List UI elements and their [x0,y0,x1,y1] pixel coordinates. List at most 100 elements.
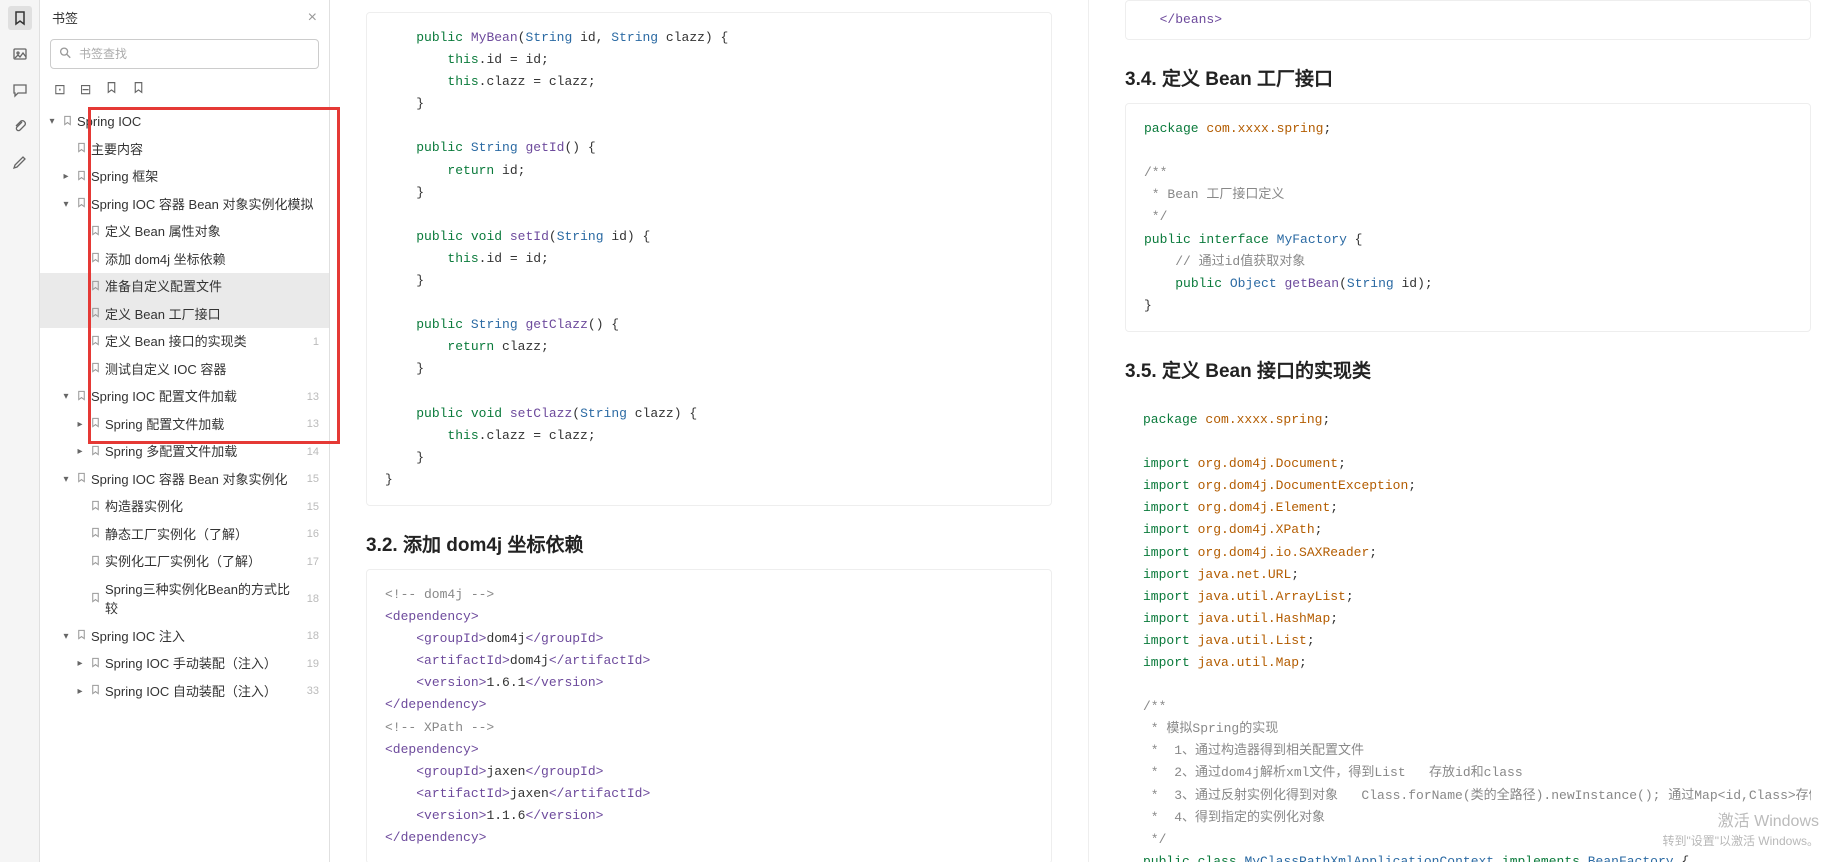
tree-page: 15 [307,471,319,488]
chevron-icon: ▸ [74,444,86,459]
tree-label: 测试自定义 IOC 容器 [105,360,315,380]
tree-item[interactable]: ▸ Spring IOC 自动装配（注入）33 [40,678,329,706]
bookmark-glyph-icon [90,443,101,461]
tree-label: 定义 Bean 接口的实现类 [105,332,309,352]
bookmark-tree: ▾Spring IOC主要内容▸Spring 框架▾Spring IOC 容器 … [40,106,329,862]
heading-3-4: 3.4. 定义 Bean 工厂接口 [1125,64,1811,91]
chat-icon[interactable] [8,78,32,102]
tree-label: Spring 配置文件加载 [105,415,303,435]
panel-tools: ⊡ ⊟ [40,73,329,106]
bookmark-glyph-icon [90,655,101,673]
tree-item[interactable]: ▾ Spring IOC 容器 Bean 对象实例化15 [40,466,329,494]
bookmark-glyph-icon [76,388,87,406]
code-block-impl: package com.xxxx.spring; import org.dom4… [1125,395,1811,862]
tree-item[interactable]: 静态工厂实例化（了解）16 [40,521,329,549]
chevron-icon: ▸ [74,417,86,432]
bookmark-glyph-icon [90,415,101,433]
bookmark-icon[interactable] [8,6,32,30]
bookmark-glyph-icon [90,682,101,700]
tree-item[interactable]: 定义 Bean 属性对象 [40,218,329,246]
tree-item[interactable]: ▸Spring 多配置文件加载14 [40,438,329,466]
tree-item[interactable]: ▸Spring 框架 [40,163,329,191]
tree-item[interactable]: ▾Spring IOC [40,108,329,136]
content-column-left: public MyBean(String id, String clazz) {… [330,0,1088,862]
bookmark-glyph-icon [90,333,101,351]
tree-page: 19 [307,656,319,673]
panel-title: 书签 [52,8,78,27]
code-block-mybean: public MyBean(String id, String clazz) {… [366,12,1052,506]
bookmark-panel: 书签 × ⊡ ⊟ ▾Spring IOC主要内容▸Spring 框架▾Sprin… [40,0,330,862]
tree-label: 添加 dom4j 坐标依赖 [105,250,315,270]
left-icon-rail [0,0,40,862]
tree-item[interactable]: 测试自定义 IOC 容器 [40,356,329,384]
expand-all-icon[interactable]: ⊡ [54,81,66,98]
tree-item[interactable]: 定义 Bean 工厂接口 [40,301,329,329]
tree-page: 14 [307,444,319,461]
chevron-icon: ▸ [74,656,86,671]
tree-item[interactable]: ▾ Spring IOC 配置文件加载13 [40,383,329,411]
tree-label: 静态工厂实例化（了解） [105,525,303,545]
chevron-icon: ▸ [74,684,86,699]
bookmark-glyph-icon [76,470,87,488]
tree-item[interactable]: ▾Spring IOC 容器 Bean 对象实例化模拟 [40,191,329,219]
tree-label: 定义 Bean 工厂接口 [105,305,315,325]
code-block-beans-close: </beans> [1125,0,1811,40]
tree-label: Spring 框架 [91,167,315,187]
tree-item[interactable]: Spring三种实例化Bean的方式比较18 [40,576,329,623]
chevron-icon: ▾ [60,197,72,212]
chevron-icon: ▾ [60,629,72,644]
code-block-dom4j: <!-- dom4j --> <dependency> <groupId>dom… [366,569,1052,862]
tree-label: 构造器实例化 [105,497,303,517]
tree-item[interactable]: ▸Spring 配置文件加载13 [40,411,329,439]
tree-label: Spring IOC 容器 Bean 对象实例化 [91,470,303,490]
tree-label: 主要内容 [91,140,315,160]
chevron-icon: ▾ [60,472,72,487]
tree-item[interactable]: 准备自定义配置文件 [40,273,329,301]
tree-label: Spring三种实例化Bean的方式比较 [105,580,303,619]
tree-page: 33 [307,683,319,700]
code-block-myfactory: package com.xxxx.spring; /** * Bean 工厂接口… [1125,103,1811,332]
tree-page: 17 [307,554,319,571]
search-input[interactable] [50,39,319,69]
tree-page: 18 [307,591,319,608]
tree-item[interactable]: ▸ Spring IOC 手动装配（注入）19 [40,650,329,678]
tree-page: 15 [307,499,319,516]
close-icon[interactable]: × [308,9,317,27]
bookmark-glyph-icon [62,113,73,131]
bookmark-glyph-icon [90,223,101,241]
tree-item[interactable]: 实例化工厂实例化（了解）17 [40,548,329,576]
tree-label: Spring IOC 手动装配（注入） [105,654,303,674]
search-icon [58,46,72,63]
image-icon[interactable] [8,42,32,66]
content-column-right: </beans> 3.4. 定义 Bean 工厂接口 package com.x… [1088,0,1847,862]
bookmark-glyph-icon [76,627,87,645]
collapse-all-icon[interactable]: ⊟ [80,81,92,98]
add-bookmark-icon[interactable] [105,81,118,98]
tree-item[interactable]: 主要内容 [40,136,329,164]
tree-label: Spring IOC 自动装配（注入） [105,682,303,702]
bookmark-outline-icon[interactable] [132,81,145,98]
document-content: public MyBean(String id, String clazz) {… [330,0,1847,862]
bookmark-glyph-icon [90,360,101,378]
attach-icon[interactable] [8,114,32,138]
heading-3-2: 3.2. 添加 dom4j 坐标依赖 [366,530,1052,557]
chevron-icon: ▾ [46,114,58,129]
tree-label: 定义 Bean 属性对象 [105,222,315,242]
bookmark-glyph-icon [76,140,87,158]
tree-label: 准备自定义配置文件 [105,277,315,297]
tree-item[interactable]: 添加 dom4j 坐标依赖 [40,246,329,274]
bookmark-glyph-icon [90,250,101,268]
bookmark-glyph-icon [76,195,87,213]
bookmark-glyph-icon [90,590,101,608]
tree-page: 13 [307,389,319,406]
tree-page: 18 [307,628,319,645]
bookmark-glyph-icon [76,168,87,186]
edit-icon[interactable] [8,150,32,174]
chevron-icon: ▾ [60,389,72,404]
tree-label: Spring IOC 配置文件加载 [91,387,303,407]
tree-item[interactable]: 定义 Bean 接口的实现类1 [40,328,329,356]
bookmark-glyph-icon [90,305,101,323]
tree-item[interactable]: ▾ Spring IOC 注入18 [40,623,329,651]
tree-label: Spring IOC 注入 [91,627,303,647]
tree-item[interactable]: 构造器实例化15 [40,493,329,521]
